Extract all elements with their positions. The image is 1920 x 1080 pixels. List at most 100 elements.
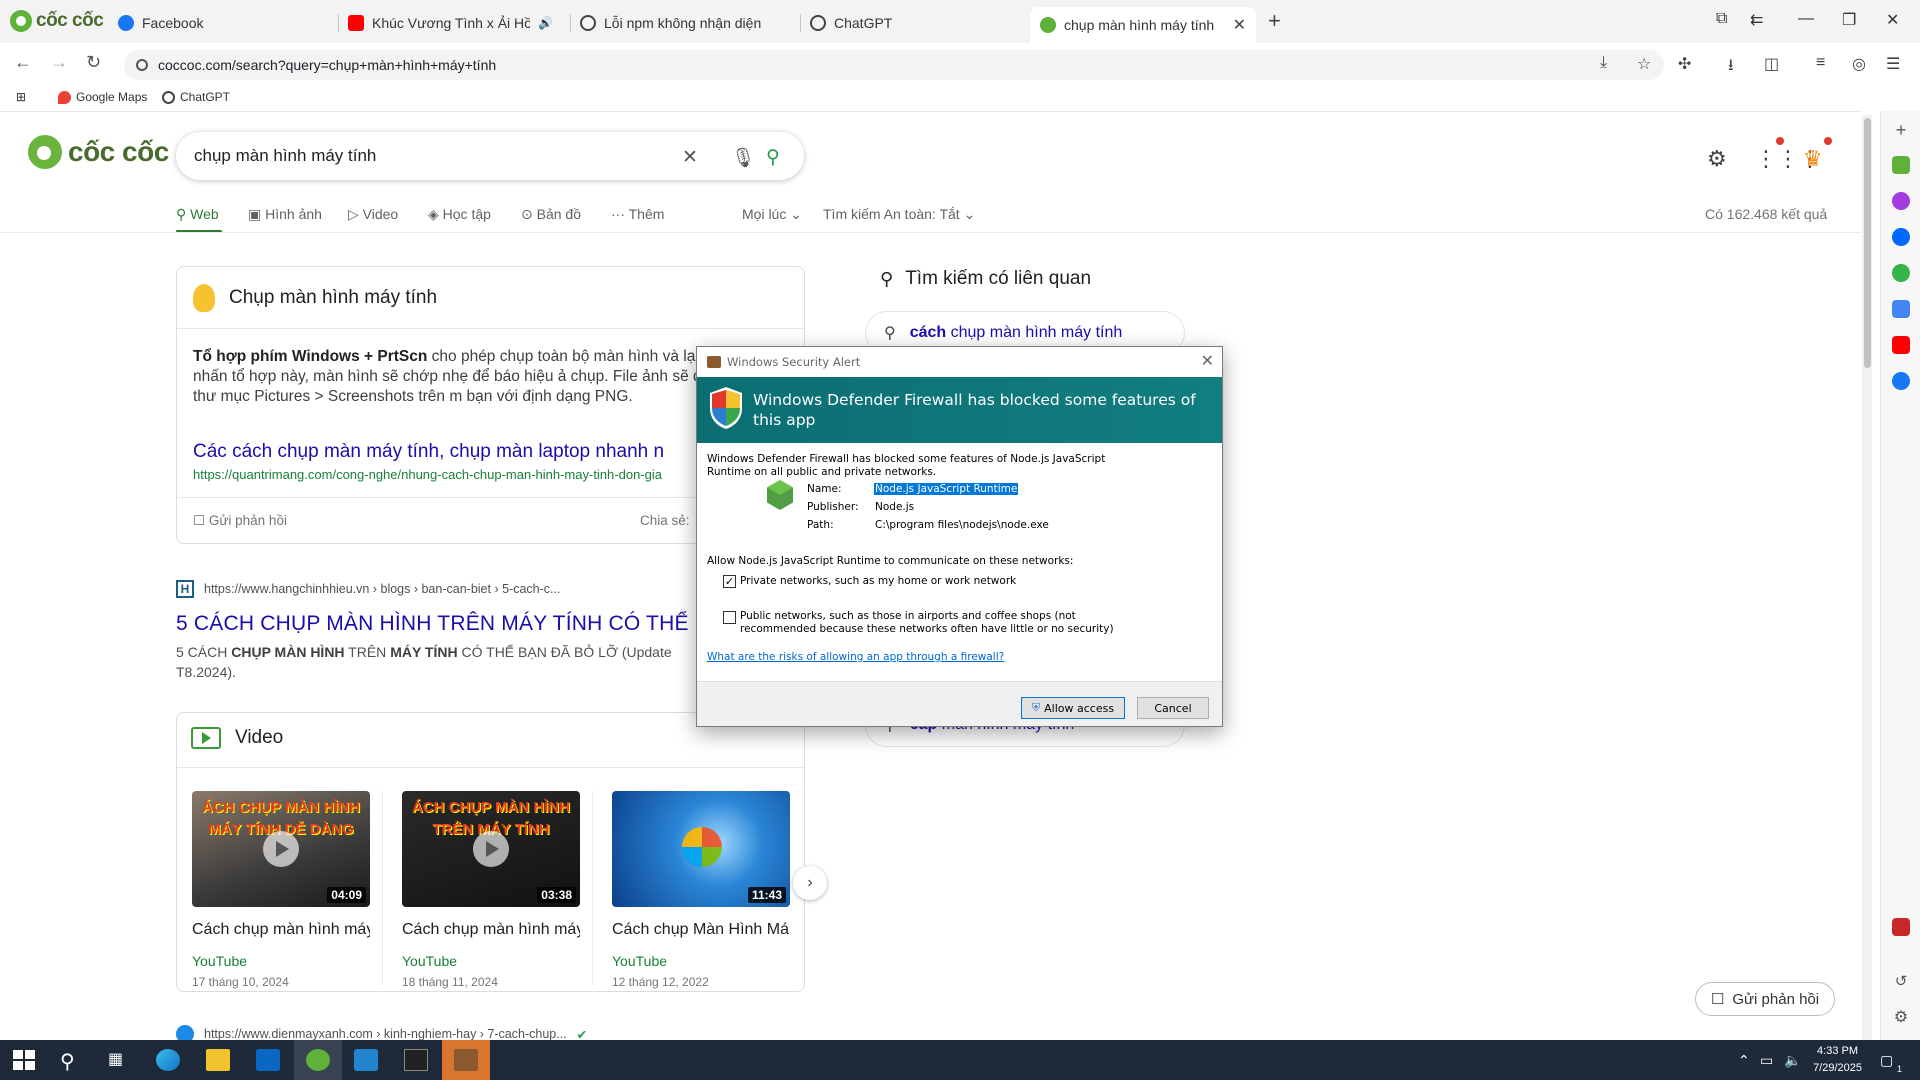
sidebar-settings-icon[interactable]: ⚙ [1892, 1009, 1910, 1027]
site-info-icon[interactable] [136, 59, 148, 71]
forward-button[interactable]: → [50, 52, 68, 73]
tab-video[interactable]: ▷ Video [348, 206, 398, 223]
profile-icon[interactable]: ◎ [1852, 54, 1866, 74]
shield-icon [710, 387, 742, 429]
extensions-icon[interactable]: ✣ [1678, 54, 1691, 74]
vscode-icon[interactable] [354, 1049, 378, 1071]
search-icon[interactable]: ⚲ [766, 146, 780, 169]
feedback-link[interactable]: ☐ Gửi phản hồi [193, 513, 287, 529]
store-icon[interactable] [256, 1049, 280, 1071]
tab-facebook[interactable]: Facebook [108, 7, 213, 39]
search-icon: ⚲ [884, 325, 896, 342]
minimize-button[interactable]: — [1798, 10, 1814, 28]
app-shortcut-icon[interactable] [1892, 918, 1910, 936]
video-card[interactable]: ÁCH CHỤP MÀN HÌNH MÁY TÍNH DỄ DÀNG 04:09… [192, 791, 370, 989]
security-alert-taskbar-icon[interactable] [454, 1049, 478, 1071]
video-card[interactable]: ÁCH CHỤP MÀN HÌNH TRÊN MÁY TÍNH 03:38 Cá… [402, 791, 580, 989]
tab-more[interactable]: ··· Thêm [611, 206, 664, 222]
firewall-risks-link[interactable]: What are the risks of allowing an app th… [707, 651, 1004, 663]
bookmark-star-icon[interactable]: ☆ [1637, 54, 1651, 74]
install-app-icon[interactable]: ⤓ [1600, 54, 1607, 72]
tab-maps[interactable]: ⊙ Bản đồ [521, 206, 581, 223]
back-button[interactable]: ← [14, 52, 32, 73]
tab-images[interactable]: ▣ Hình ảnh [248, 206, 322, 223]
coccoc-taskbar-icon[interactable] [306, 1049, 330, 1071]
terminal-icon[interactable] [404, 1049, 428, 1071]
show-hidden-icons[interactable]: ⌃ [1738, 1052, 1750, 1069]
taskbar-date[interactable]: 7/29/2025 [1800, 1062, 1862, 1074]
history-icon[interactable]: ↺ [1892, 973, 1910, 991]
tab-npm-error[interactable]: Lỗi npm không nhận diện [570, 7, 771, 39]
cancel-button[interactable]: Cancel [1137, 697, 1209, 719]
safe-search-filter[interactable]: Tìm kiếm An toàn: Tắt ⌄ [823, 206, 975, 223]
private-networks-checkbox[interactable]: ✓ [723, 575, 736, 588]
taskbar-time[interactable]: 4:33 PM [1800, 1045, 1858, 1057]
close-tab-icon[interactable]: ✕ [1233, 15, 1246, 35]
time-filter[interactable]: Mọi lúc ⌄ [742, 206, 802, 223]
volume-icon[interactable]: 🔈 [1784, 1052, 1801, 1069]
tab-search-active[interactable]: chụp màn hình máy tính - T ✕ [1030, 7, 1256, 43]
downloads-icon[interactable]: ⭳ [1728, 54, 1734, 81]
video-card[interactable]: 11:43 Cách chụp Màn Hình Má YouTube 12 t… [612, 791, 790, 989]
allow-access-button[interactable]: ⛨ Allow access [1021, 697, 1125, 719]
public-networks-checkbox[interactable] [723, 611, 736, 624]
translate-icon[interactable] [1892, 300, 1910, 318]
featured-url[interactable]: https://quantrimang.com/cong-nghe/nhung-… [193, 467, 662, 482]
browser-logo[interactable]: cốc cốc [10, 10, 104, 32]
video-title[interactable]: Cách chụp Màn Hình Má [612, 921, 790, 939]
scrollbar-thumb[interactable] [1864, 118, 1871, 368]
game-icon[interactable] [1892, 264, 1910, 282]
menu-icon[interactable]: ☰ [1886, 54, 1900, 74]
media-icon[interactable]: ≡ [1816, 54, 1825, 72]
tab-chatgpt[interactable]: ChatGPT [800, 7, 902, 39]
split-view-icon[interactable]: ◫ [1764, 54, 1779, 74]
result-title[interactable]: 5 CÁCH CHỤP MÀN HÌNH TRÊN MÁY TÍNH CÓ TH… [176, 612, 713, 636]
microphone-icon[interactable]: 🎙 [731, 146, 755, 170]
clear-search-icon[interactable]: ✕ [682, 146, 698, 169]
bookmark-chatgpt[interactable]: ChatGPT [162, 90, 230, 104]
network-icon[interactable]: ▭ [1760, 1052, 1773, 1069]
ai-assistant-icon[interactable] [1892, 156, 1910, 174]
add-panel-icon[interactable]: + [1892, 121, 1910, 139]
dialog-close-button[interactable]: ✕ [1201, 351, 1214, 370]
video-thumbnail[interactable]: 11:43 [612, 791, 790, 907]
result-url[interactable]: H https://www.hangchinhhieu.vn › blogs ›… [176, 580, 560, 598]
youtube-icon[interactable] [1892, 336, 1910, 354]
coccoc-logo[interactable]: cốc cốc [28, 135, 169, 169]
publisher-label: Publisher: [807, 501, 859, 513]
apps-grid-icon[interactable]: ⊞ [16, 90, 26, 104]
address-bar[interactable]: coccoc.com/search?query=chụp+màn+hình+má… [124, 50, 1664, 80]
video-title[interactable]: Cách chụp màn hình máy [192, 921, 370, 939]
speaker-icon[interactable]: 🔊 [538, 16, 553, 30]
new-tab-button[interactable]: + [1268, 8, 1281, 34]
close-window-button[interactable]: ✕ [1886, 10, 1899, 30]
restore-button[interactable]: ❐ [1842, 10, 1856, 30]
reload-button[interactable]: ↻ [86, 52, 101, 73]
windows-start-icon[interactable] [12, 1049, 36, 1071]
tab-youtube[interactable]: Khúc Vương Tình x Ải Hồng 🔊 [338, 7, 563, 39]
video-thumbnail[interactable]: ÁCH CHỤP MÀN HÌNH TRÊN MÁY TÍNH 03:38 [402, 791, 580, 907]
public-networks-label[interactable]: Public networks, such as those in airpor… [740, 610, 1120, 636]
tab-web[interactable]: ⚲ Web [176, 206, 219, 223]
edge-icon[interactable] [156, 1049, 180, 1071]
featured-link[interactable]: Các cách chụp màn máy tính, chụp màn lap… [193, 441, 664, 463]
bookmark-google-maps[interactable]: Google Maps [58, 90, 147, 104]
file-explorer-icon[interactable] [206, 1049, 230, 1071]
settings-gear-icon[interactable]: ⚙ [1707, 146, 1727, 172]
crown-icon[interactable]: ♛ [1803, 146, 1823, 172]
search-input[interactable]: chụp màn hình máy tính [176, 132, 804, 180]
private-networks-label[interactable]: Private networks, such as my home or wor… [740, 575, 1016, 588]
task-view-icon[interactable]: ▦ [108, 1049, 132, 1071]
tab-learning[interactable]: ◈ Học tập [428, 206, 491, 223]
messenger-icon[interactable] [1892, 192, 1910, 210]
dialog-titlebar[interactable]: Windows Security Alert [697, 347, 1222, 377]
carousel-next-button[interactable]: › [793, 866, 827, 900]
facebook-icon[interactable] [1892, 372, 1910, 390]
video-thumbnail[interactable]: ÁCH CHỤP MÀN HÌNH MÁY TÍNH DỄ DÀNG 04:09 [192, 791, 370, 907]
back-history-icon[interactable]: ⇇ [1750, 10, 1763, 30]
search-tabs-icon[interactable]: ⧉ [1716, 10, 1727, 28]
zalo-icon[interactable] [1892, 228, 1910, 246]
search-icon[interactable]: ⚲ [60, 1049, 84, 1073]
video-title[interactable]: Cách chụp màn hình máy [402, 921, 580, 939]
feedback-button[interactable]: ☐ Gửi phản hồi [1695, 982, 1835, 1016]
